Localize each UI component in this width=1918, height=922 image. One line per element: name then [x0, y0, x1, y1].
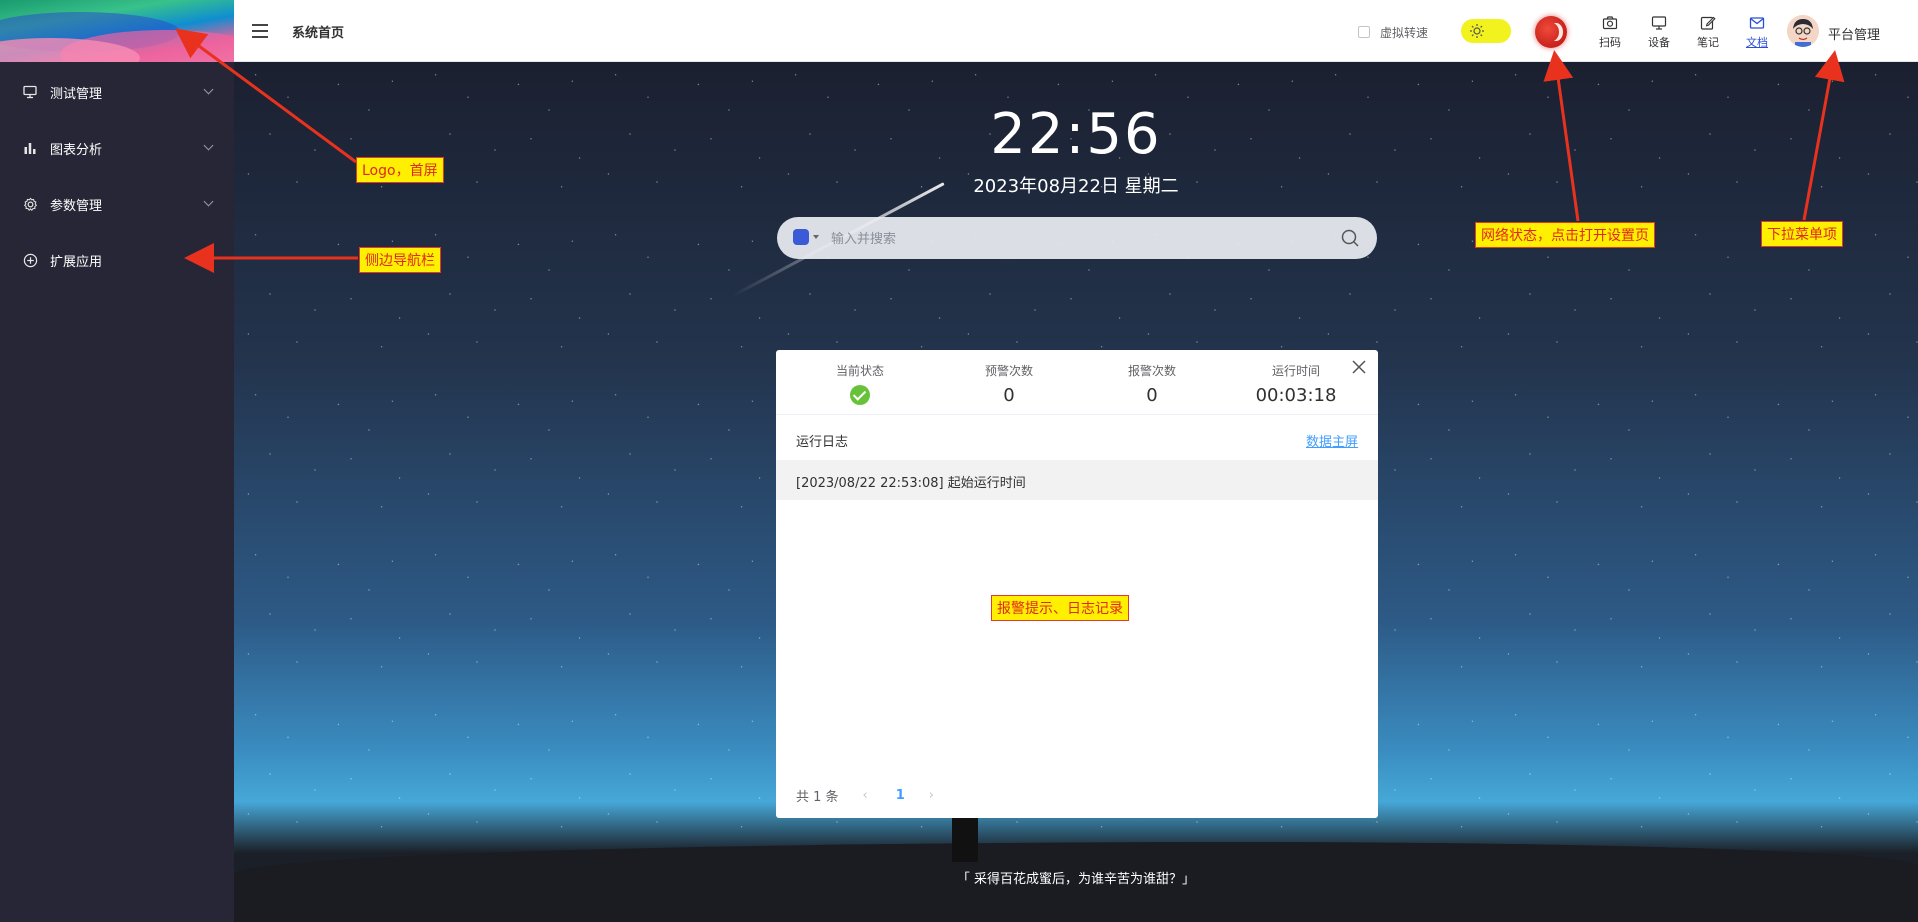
- chevron-down-icon: [203, 84, 214, 95]
- home-screen: 22:56 2023年08月22日 星期二 当前状态 预警次数 0 报警次数 0…: [234, 62, 1918, 922]
- sidebar-item-label: 扩展应用: [50, 254, 103, 270]
- monitor-icon: [1651, 16, 1667, 30]
- monitor-icon: [22, 84, 38, 100]
- status-panel: 当前状态 预警次数 0 报警次数 0 运行时间 00:03:18 运行日志 数据…: [776, 350, 1378, 818]
- stats-row: 当前状态 预警次数 0 报警次数 0 运行时间 00:03:18: [776, 362, 1378, 414]
- user-menu-dropdown[interactable]: 平台管理: [1828, 24, 1880, 43]
- page-number[interactable]: 1: [896, 788, 905, 803]
- moon-icon: [1545, 23, 1559, 41]
- search-input[interactable]: [831, 228, 1311, 248]
- annotation-logo: Logo，首屏: [356, 157, 444, 183]
- pagination: 共 1 条 ‹ 1 ›: [796, 786, 934, 805]
- device-button[interactable]: 设备: [1643, 14, 1675, 50]
- stat-alarm-count: 报警次数 0: [1127, 364, 1176, 406]
- sidebar-item-test-management[interactable]: 测试管理: [0, 64, 234, 120]
- stat-current-status: 当前状态: [790, 362, 930, 405]
- camera-icon: [1602, 16, 1618, 30]
- check-circle-icon: [850, 385, 870, 405]
- network-status-button[interactable]: [1535, 16, 1567, 48]
- chevron-down-icon: [203, 196, 214, 207]
- sidebar-item-label: 测试管理: [50, 86, 103, 102]
- annotation-sidebar: 侧边导航栏: [359, 247, 441, 273]
- caret-down-icon[interactable]: [813, 235, 819, 239]
- sidebar-item-label: 图表分析: [50, 142, 103, 158]
- search-icon[interactable]: [1340, 228, 1360, 248]
- notes-button[interactable]: 笔记: [1692, 14, 1724, 50]
- tool-label: 笔记: [1697, 36, 1719, 49]
- sun-icon: [1470, 24, 1484, 38]
- sidebar-item-chart-analysis[interactable]: 图表分析: [0, 120, 234, 176]
- theme-toggle-switch[interactable]: [1461, 19, 1511, 43]
- edit-icon: [1700, 16, 1716, 30]
- menu-toggle-icon[interactable]: [252, 24, 268, 38]
- data-screen-link[interactable]: 数据主屏: [1306, 431, 1358, 450]
- annotation-panel: 报警提示、日志记录: [991, 595, 1129, 621]
- clock-time: 22:56: [990, 102, 1162, 167]
- sidebar-item-label: 参数管理: [50, 198, 103, 214]
- avatar[interactable]: [1787, 15, 1819, 47]
- gear-icon: [22, 196, 38, 212]
- virtual-speed-label[interactable]: 虚拟转速: [1380, 24, 1428, 41]
- sidebar-item-extensions[interactable]: 扩展应用: [0, 232, 234, 288]
- logo[interactable]: [0, 0, 234, 62]
- bar-chart-icon: [22, 140, 38, 156]
- stat-warning-count: 预警次数 0: [984, 364, 1033, 406]
- pagination-total: 共 1 条: [796, 790, 839, 805]
- search-bar: [777, 217, 1377, 259]
- sidebar: 测试管理 图表分析 参数管理 扩展应用: [0, 0, 234, 922]
- annotation-dropdown: 下拉菜单项: [1761, 221, 1843, 247]
- tool-label: 扫码: [1599, 36, 1621, 49]
- log-title: 运行日志: [796, 435, 849, 450]
- baidu-paw-icon[interactable]: [793, 229, 809, 245]
- mail-icon: [1749, 17, 1765, 29]
- virtual-speed-checkbox[interactable]: [1358, 26, 1370, 38]
- log-entry: [2023/08/22 22:53:08] 起始运行时间: [776, 460, 1378, 500]
- tool-label: 文档: [1746, 36, 1768, 49]
- chevron-down-icon: [203, 140, 214, 151]
- docs-button[interactable]: 文档: [1741, 14, 1773, 50]
- tool-label: 设备: [1648, 36, 1670, 49]
- annotation-network: 网络状态，点击打开设置页: [1475, 222, 1655, 248]
- quote-text: 「 采得百花成蜜后，为谁辛苦为谁甜？」: [956, 872, 1196, 887]
- sidebar-item-parameter-management[interactable]: 参数管理: [0, 176, 234, 232]
- clock-date: 2023年08月22日 星期二: [973, 176, 1179, 197]
- next-page-icon[interactable]: ›: [929, 788, 934, 803]
- prev-page-icon[interactable]: ‹: [863, 788, 868, 803]
- plus-circle-icon: [22, 252, 38, 268]
- scan-button[interactable]: 扫码: [1594, 14, 1626, 50]
- stat-run-time: 运行时间 00:03:18: [1255, 364, 1337, 406]
- top-header: 系统首页 虚拟转速 扫码 设备 笔记 文档 平台管理: [234, 0, 1918, 62]
- page-title: 系统首页: [292, 26, 345, 41]
